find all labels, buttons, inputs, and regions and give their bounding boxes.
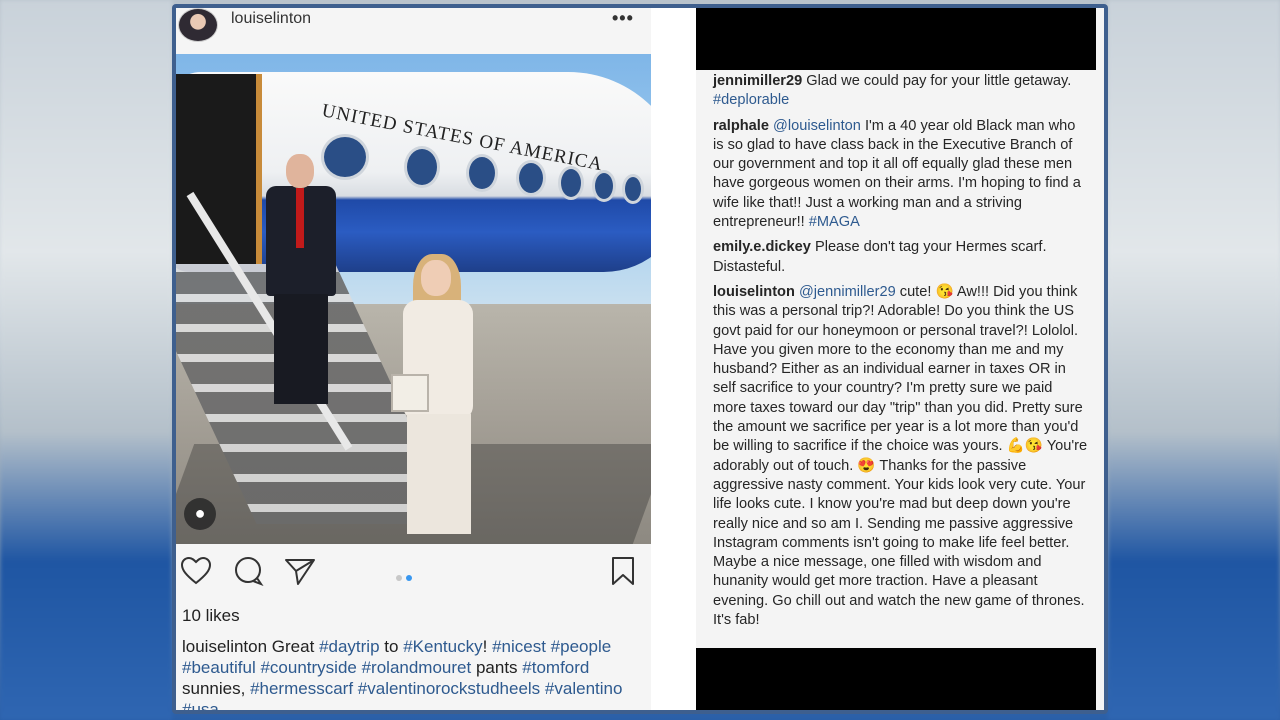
caption-username[interactable]: louiselinton [182, 637, 267, 656]
hashtag[interactable]: #daytrip [319, 637, 379, 656]
hashtag[interactable]: #nicest [492, 637, 546, 656]
avatar[interactable] [178, 8, 218, 42]
hashtag[interactable]: #countryside [260, 658, 356, 677]
caption-text: pants [475, 658, 518, 677]
likes-count[interactable]: 10 likes [182, 606, 240, 626]
hashtag[interactable]: #MAGA [809, 214, 860, 230]
caption-text: ! [482, 637, 488, 656]
airplane-window [622, 174, 644, 204]
more-horizontal-icon[interactable]: ••• [612, 8, 634, 29]
caption-text: Great [271, 637, 315, 656]
hashtag[interactable]: #deplorable [713, 92, 789, 108]
comment-username[interactable]: louiselinton [713, 284, 795, 300]
comment-username[interactable]: jennimiller29 [713, 73, 802, 89]
comment-icon[interactable] [232, 556, 264, 591]
carousel-indicator [396, 568, 416, 586]
hashtag[interactable]: #hermesscarf [250, 679, 353, 698]
woman-figure [391, 254, 491, 544]
airplane-window [404, 146, 440, 188]
comment: emily.e.dickey Please don't tag your Her… [713, 238, 1089, 277]
hashtag[interactable]: #rolandmouret [362, 658, 472, 677]
post-caption: louiselinton Great #daytrip to #Kentucky… [182, 636, 642, 710]
comment: ralphale @louiselinton I'm a 40 year old… [713, 117, 1089, 233]
hashtag[interactable]: #tomford [522, 658, 589, 677]
comment: louiselinton @jennimiller29 cute! 😘 Aw!!… [713, 283, 1089, 630]
post-header: louiselinton ••• [176, 8, 651, 54]
comments-panel: jennimiller29 Glad we could pay for your… [696, 8, 1104, 710]
instagram-post: louiselinton ••• UNITED STATES OF AMERIC… [176, 8, 651, 710]
man-figure [256, 154, 346, 404]
comment-text: cute! 😘 Aw!!! Did you think this was a p… [713, 283, 1088, 629]
post-username[interactable]: louiselinton [231, 10, 311, 28]
caption-text: to [384, 637, 399, 656]
airplane-window [516, 160, 546, 196]
hashtag[interactable]: #people [551, 637, 612, 656]
comment-text: I'm a 40 year old Black man who is so gl… [713, 117, 1081, 231]
airplane-window [466, 154, 498, 192]
hashtag[interactable]: #beautiful [182, 658, 256, 677]
comment-text: Glad we could pay for your little getawa… [806, 73, 1072, 89]
comment: jennimiller29 Glad we could pay for your… [713, 72, 1089, 111]
background-blur-left [0, 0, 172, 720]
airplane-window [558, 166, 584, 200]
send-icon[interactable] [284, 556, 316, 591]
carousel-dot [396, 575, 402, 581]
redaction-bar-top [696, 8, 1096, 70]
post-actions [176, 552, 651, 592]
tagged-user-icon[interactable]: ● [184, 498, 216, 530]
hashtag[interactable]: #Kentucky [403, 637, 482, 656]
heart-icon[interactable] [180, 556, 212, 591]
caption-text: sunnies, [182, 679, 246, 698]
redaction-bar-bottom [696, 648, 1096, 710]
background-blur-right [1108, 0, 1280, 720]
hashtag[interactable]: #valentinorockstudheels [358, 679, 540, 698]
post-photo[interactable]: UNITED STATES OF AMERICA ● [176, 54, 651, 544]
mention[interactable]: @jennimiller29 [799, 284, 896, 300]
carousel-dot-active [406, 575, 412, 581]
mention[interactable]: @louiselinton [773, 118, 861, 134]
comment-username[interactable]: ralphale [713, 118, 769, 134]
hashtag[interactable]: #valentino [545, 679, 623, 698]
airplane-window [592, 170, 616, 202]
hashtag[interactable]: #usa [182, 700, 219, 710]
comments-list: jennimiller29 Glad we could pay for your… [713, 72, 1089, 636]
bookmark-icon[interactable] [610, 556, 636, 591]
comment-username[interactable]: emily.e.dickey [713, 239, 811, 255]
panel-divider [651, 8, 696, 710]
